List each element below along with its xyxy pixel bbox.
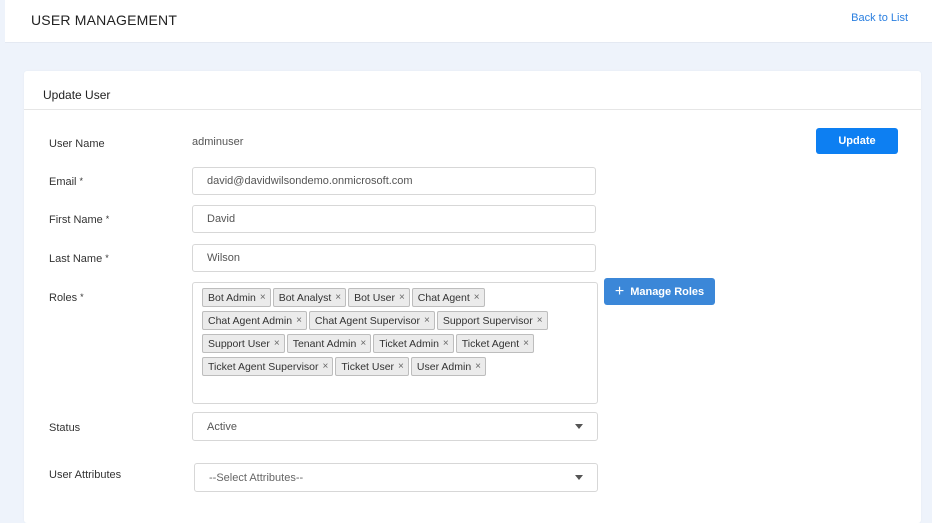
role-chip: Ticket Agent Supervisor × bbox=[202, 357, 334, 376]
role-chip-label: Tenant Admin bbox=[292, 337, 357, 350]
role-chip: Bot Admin × bbox=[202, 288, 271, 307]
update-button[interactable]: Update bbox=[816, 128, 898, 154]
role-chip: Tenant Admin × bbox=[286, 334, 372, 353]
role-chip: Chat Agent × bbox=[411, 288, 485, 307]
remove-role-icon[interactable]: × bbox=[398, 361, 404, 372]
roles-chip-list: Bot Admin × Bot Analyst × Bot User × Chat Agen… bbox=[202, 288, 589, 380]
first-name-label: First Name * bbox=[49, 214, 110, 226]
roles-label: Roles * bbox=[49, 292, 84, 304]
user-attributes-placeholder: --Select Attributes-- bbox=[209, 471, 304, 484]
last-name-input[interactable] bbox=[192, 244, 596, 272]
remove-role-icon[interactable]: × bbox=[335, 292, 341, 303]
role-chip-label: Support User bbox=[208, 337, 270, 350]
back-to-list-link[interactable]: Back to List bbox=[851, 12, 908, 24]
role-chip-label: Ticket User bbox=[341, 360, 395, 373]
required-mark: * bbox=[105, 253, 109, 263]
page-title: USER MANAGEMENT bbox=[31, 12, 178, 28]
manage-roles-button[interactable]: + Manage Roles bbox=[604, 278, 715, 305]
manage-roles-label: Manage Roles bbox=[630, 285, 705, 298]
role-chip-label: User Admin bbox=[416, 360, 472, 373]
remove-role-icon[interactable]: × bbox=[537, 315, 543, 326]
roles-multiselect[interactable]: Bot Admin × Bot Analyst × Bot User × Chat Agen… bbox=[192, 282, 598, 404]
role-chip-label: Bot Admin bbox=[208, 291, 256, 304]
user-attributes-select[interactable]: --Select Attributes-- bbox=[194, 463, 598, 492]
role-chip-label: Ticket Agent Supervisor bbox=[208, 360, 319, 373]
first-name-input[interactable] bbox=[192, 205, 596, 233]
remove-role-icon[interactable]: × bbox=[475, 361, 481, 372]
role-chip: Support User × bbox=[202, 334, 285, 353]
remove-role-icon[interactable]: × bbox=[474, 292, 480, 303]
last-name-label: Last Name * bbox=[49, 253, 109, 265]
role-chip: Ticket Admin × bbox=[373, 334, 454, 353]
role-chip-label: Bot User bbox=[354, 291, 395, 304]
role-chip-label: Chat Agent Supervisor bbox=[314, 314, 420, 327]
role-chip-label: Ticket Agent bbox=[461, 337, 520, 350]
remove-role-icon[interactable]: × bbox=[399, 292, 405, 303]
top-header: USER MANAGEMENT Back to List bbox=[5, 0, 932, 43]
email-label: Email * bbox=[49, 176, 84, 188]
plus-icon: + bbox=[614, 282, 625, 300]
role-chip: User Admin × bbox=[410, 357, 487, 376]
email-input[interactable] bbox=[192, 167, 596, 195]
card-title: Update User bbox=[43, 88, 111, 102]
status-label: Status bbox=[49, 422, 81, 434]
required-mark: * bbox=[79, 176, 84, 186]
role-chip: Chat Agent Admin × bbox=[202, 311, 307, 330]
role-chip-label: Chat Agent Admin bbox=[208, 314, 293, 327]
username-value: adminuser bbox=[192, 136, 244, 148]
caret-down-icon bbox=[575, 475, 583, 480]
status-value: Active bbox=[207, 420, 237, 433]
card-header: Update User bbox=[24, 71, 921, 110]
remove-role-icon[interactable]: × bbox=[296, 315, 302, 326]
required-mark: * bbox=[105, 214, 110, 224]
remove-role-icon[interactable]: × bbox=[424, 315, 430, 326]
update-user-card: Update User User Name adminuser Update E… bbox=[24, 71, 921, 523]
role-chip: Bot User × bbox=[348, 288, 410, 307]
role-chip: Ticket User × bbox=[335, 357, 409, 376]
role-chip-label: Support Supervisor bbox=[442, 314, 533, 327]
remove-role-icon[interactable]: × bbox=[523, 338, 529, 349]
remove-role-icon[interactable]: × bbox=[260, 292, 266, 303]
remove-role-icon[interactable]: × bbox=[443, 338, 449, 349]
caret-down-icon bbox=[575, 424, 583, 429]
role-chip: Support Supervisor × bbox=[436, 311, 548, 330]
role-chip: Chat Agent Supervisor × bbox=[308, 311, 435, 330]
required-mark: * bbox=[80, 292, 84, 302]
remove-role-icon[interactable]: × bbox=[274, 338, 280, 349]
user-attributes-label: User Attributes bbox=[49, 469, 122, 481]
role-chip-label: Chat Agent bbox=[417, 291, 470, 304]
role-chip: Bot Analyst × bbox=[272, 288, 347, 307]
role-chip: Ticket Agent × bbox=[455, 334, 535, 353]
remove-role-icon[interactable]: × bbox=[360, 338, 366, 349]
role-chip-label: Ticket Admin bbox=[379, 337, 439, 350]
status-select[interactable]: Active bbox=[192, 412, 598, 441]
remove-role-icon[interactable]: × bbox=[323, 361, 329, 372]
username-label: User Name bbox=[49, 138, 105, 150]
role-chip-label: Bot Analyst bbox=[278, 291, 332, 304]
